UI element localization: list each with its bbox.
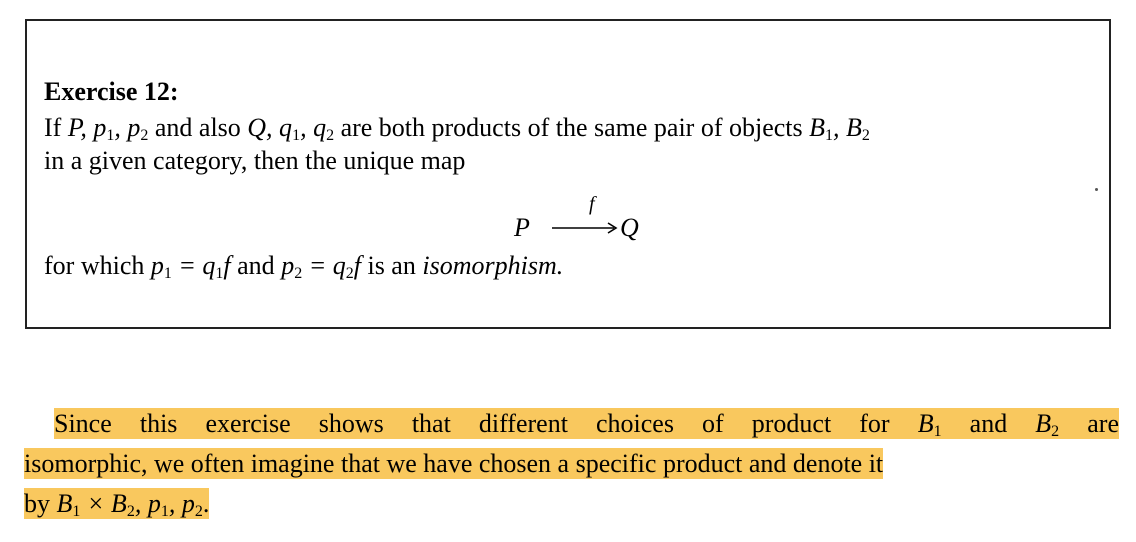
emphasis: isomorphism. bbox=[422, 251, 564, 280]
math: B bbox=[809, 113, 826, 142]
math: , B bbox=[833, 113, 862, 142]
math: B bbox=[56, 489, 73, 518]
subscript: 1 bbox=[163, 265, 172, 282]
para-line-2: isomorphic, we often imagine that we hav… bbox=[24, 444, 1119, 484]
map-arrow-svg: P f Q bbox=[513, 193, 639, 242]
text: and also bbox=[148, 113, 248, 142]
subscript: 1 bbox=[933, 423, 942, 440]
subscript: 1 bbox=[292, 127, 301, 144]
para-line-3: by B1 × B2, p1, p2. bbox=[24, 484, 1119, 524]
page: Exercise 12: If P, p1, p2 and also Q, q1… bbox=[0, 0, 1136, 542]
math: B bbox=[1035, 409, 1052, 438]
highlight: isomorphic, we often imagine that we hav… bbox=[24, 448, 884, 479]
exercise-box: Exercise 12: If P, p1, p2 and also Q, q1… bbox=[25, 19, 1111, 329]
map-source: P bbox=[513, 213, 530, 242]
map-diagram: P f Q bbox=[512, 186, 642, 246]
subscript: 2 bbox=[326, 127, 335, 144]
math: = q bbox=[171, 251, 216, 280]
math: , p bbox=[168, 489, 195, 518]
subscript: 1 bbox=[160, 503, 169, 520]
exercise-line-1: If P, p1, p2 and also Q, q1, q2 are both… bbox=[44, 113, 870, 144]
exercise-line-2: in a given category, then the unique map bbox=[44, 146, 466, 175]
text: for which bbox=[44, 251, 151, 280]
text: is an bbox=[360, 251, 423, 280]
math: , p bbox=[114, 113, 141, 142]
math: f bbox=[353, 251, 361, 280]
text: by bbox=[24, 489, 57, 518]
text: are both products of the same pair of ob… bbox=[334, 113, 810, 142]
math: B bbox=[917, 409, 934, 438]
scan-dot bbox=[1095, 188, 1098, 191]
text: Since this exercise shows that different… bbox=[54, 409, 918, 438]
math: , p bbox=[134, 489, 161, 518]
map-label: f bbox=[589, 193, 597, 215]
subscript: 2 bbox=[345, 265, 354, 282]
math: p bbox=[150, 251, 164, 280]
text: and bbox=[230, 251, 282, 280]
subscript: 2 bbox=[1051, 423, 1060, 440]
exercise-line-4: for which p1 = q1f and p2 = q2f is an is… bbox=[44, 251, 564, 282]
highlight: Since this exercise shows that different… bbox=[54, 408, 1119, 440]
subscript: 2 bbox=[194, 503, 203, 520]
map-target: Q bbox=[620, 213, 639, 242]
math: f bbox=[223, 251, 231, 280]
math: = q bbox=[302, 251, 346, 280]
para-line-1: Since this exercise shows that different… bbox=[24, 404, 1119, 444]
text: and bbox=[941, 409, 1036, 438]
subscript: 2 bbox=[294, 265, 303, 282]
subscript: 2 bbox=[861, 127, 870, 144]
text: are bbox=[1059, 409, 1119, 438]
subscript: 2 bbox=[126, 503, 135, 520]
text: If bbox=[44, 113, 68, 142]
math: p bbox=[281, 251, 295, 280]
highlighted-paragraph: Since this exercise shows that different… bbox=[24, 404, 1119, 524]
math: P, p bbox=[67, 113, 107, 142]
exercise-title: Exercise 12: bbox=[44, 77, 179, 106]
math: × B bbox=[80, 489, 127, 518]
subscript: 1 bbox=[825, 127, 834, 144]
math: , q bbox=[300, 113, 327, 142]
highlight: by B1 × B2, p1, p2. bbox=[24, 488, 210, 520]
math: Q, q bbox=[247, 113, 293, 142]
text: . bbox=[202, 489, 210, 518]
